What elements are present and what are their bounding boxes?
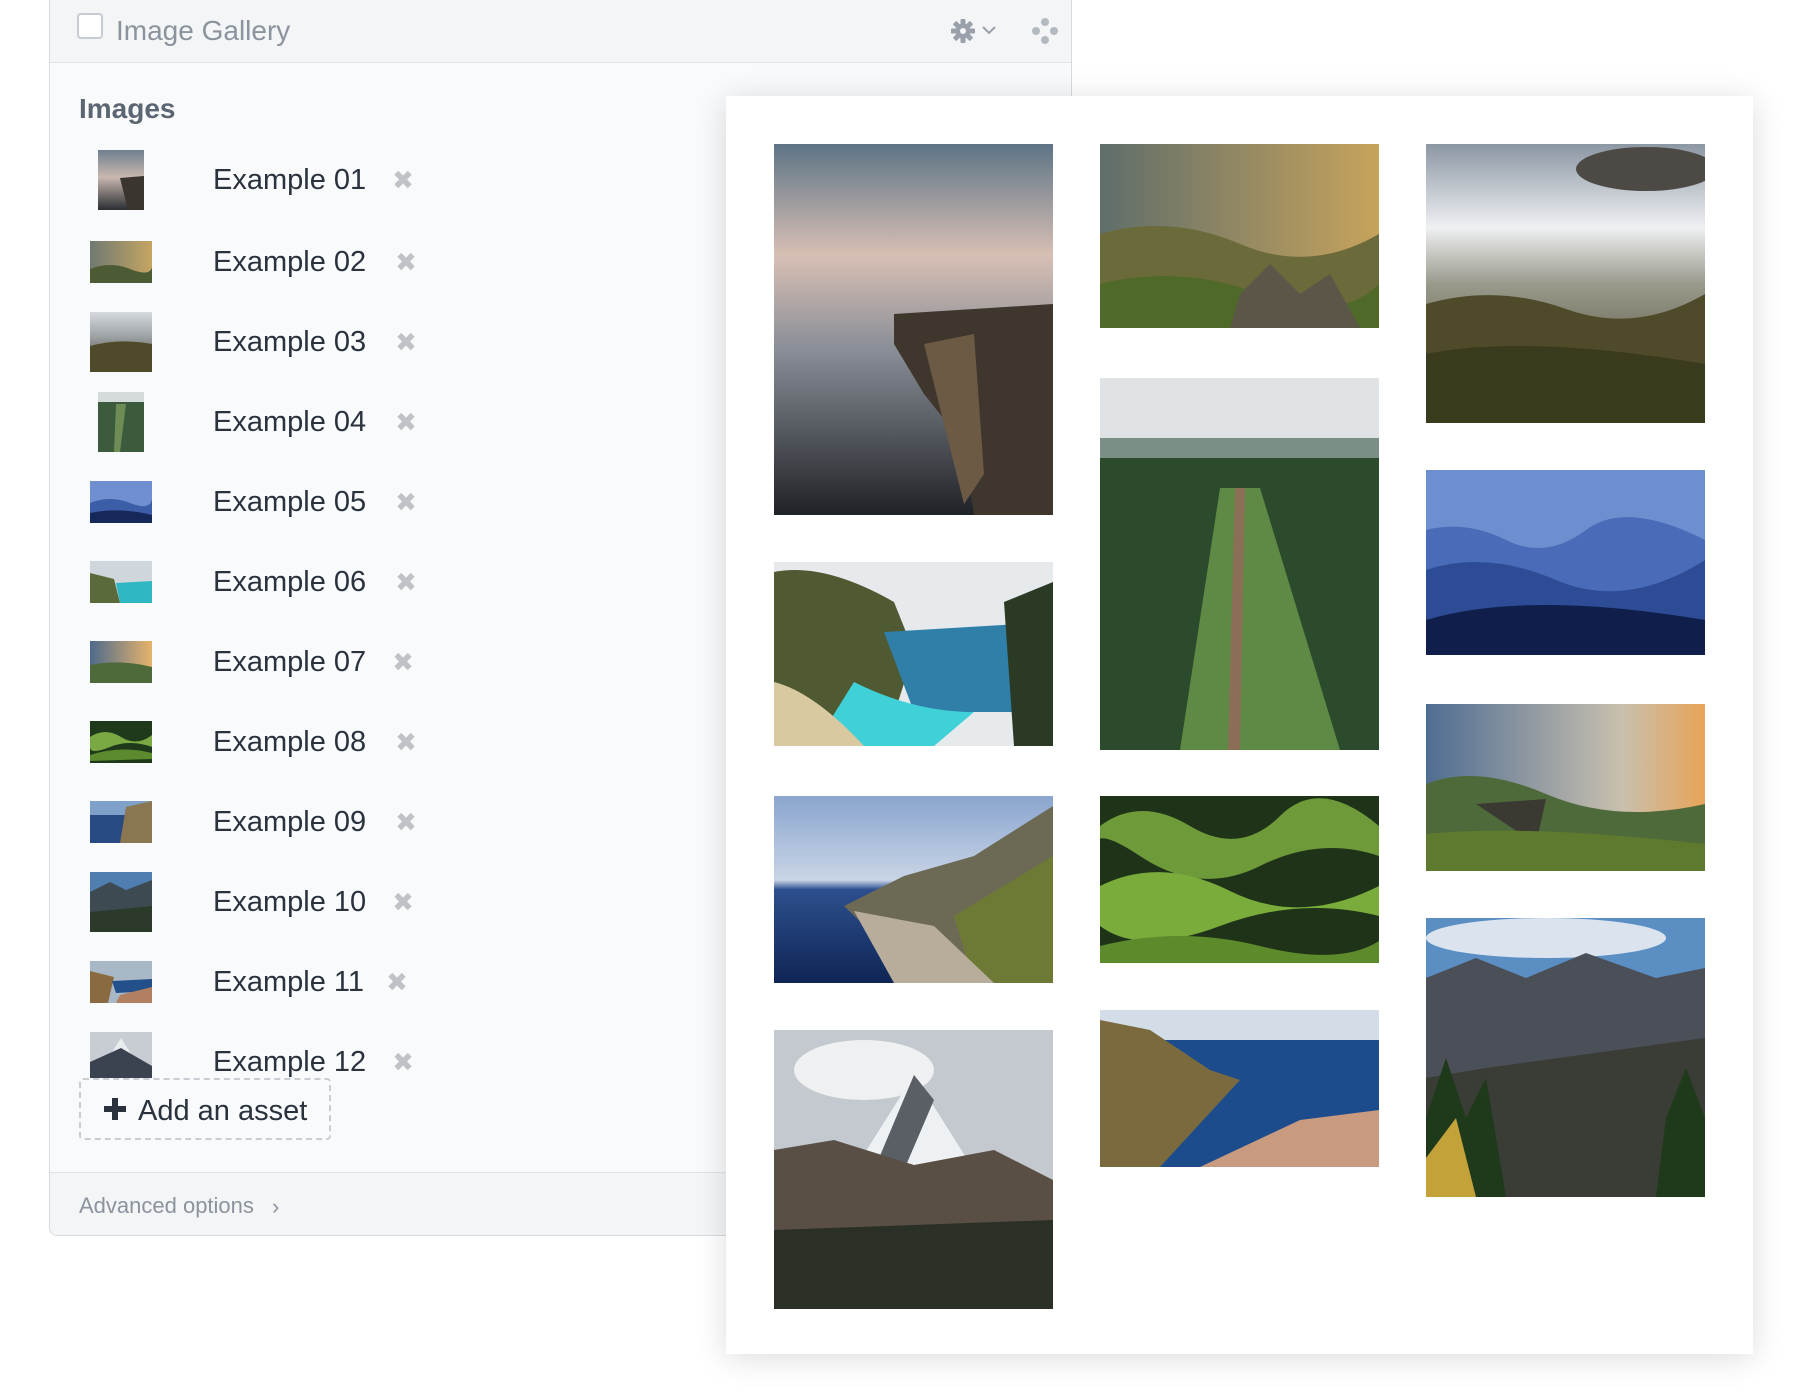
- asset-thumbnail: [90, 961, 152, 1003]
- asset-row[interactable]: Example 01 ✖: [90, 150, 420, 210]
- close-icon[interactable]: ✖: [392, 649, 414, 675]
- asset-thumbnail: [98, 150, 144, 210]
- block-header: Image Gallery: [50, 0, 1071, 63]
- asset-name: Example 01: [213, 164, 367, 196]
- asset-name: Example 02: [213, 246, 367, 278]
- images-section-label: Images: [79, 93, 176, 124]
- gallery-image[interactable]: [1100, 796, 1379, 963]
- asset-thumbnail: [90, 801, 152, 843]
- gallery-image[interactable]: [1426, 704, 1705, 871]
- add-asset-button[interactable]: Add an asset: [79, 1078, 331, 1140]
- settings-menu-button[interactable]: [950, 16, 1002, 46]
- asset-name: Example 06: [213, 566, 367, 598]
- asset-thumbnail: [90, 241, 152, 283]
- asset-name: Example 07: [213, 646, 367, 678]
- asset-thumbnail: [98, 392, 144, 452]
- asset-name: Example 09: [213, 806, 367, 838]
- asset-thumbnail: [90, 312, 152, 372]
- plus-icon: [104, 1098, 126, 1120]
- gallery-image[interactable]: [774, 562, 1053, 746]
- asset-thumbnail: [90, 721, 152, 763]
- block-title: Image Gallery: [116, 15, 291, 46]
- asset-row[interactable]: Example 08 ✖: [90, 712, 420, 772]
- asset-name: Example 12: [213, 1046, 367, 1078]
- close-icon[interactable]: ✖: [386, 969, 408, 995]
- asset-thumbnail: [90, 641, 152, 683]
- gallery-image[interactable]: [774, 796, 1053, 983]
- add-asset-label: Add an asset: [138, 1095, 308, 1127]
- asset-row[interactable]: Example 02 ✖: [90, 232, 420, 292]
- close-icon[interactable]: ✖: [395, 569, 417, 595]
- gear-icon: [951, 19, 996, 43]
- chevron-right-icon: ›: [272, 1194, 280, 1219]
- advanced-options-label: Advanced options: [79, 1193, 254, 1218]
- asset-row[interactable]: Example 10 ✖: [90, 872, 420, 932]
- asset-name: Example 11: [213, 966, 364, 998]
- gallery-image[interactable]: [774, 144, 1053, 515]
- asset-name: Example 08: [213, 726, 367, 758]
- asset-row[interactable]: Example 03 ✖: [90, 312, 420, 372]
- close-icon[interactable]: ✖: [395, 729, 417, 755]
- asset-row[interactable]: Example 07 ✖: [90, 632, 420, 692]
- asset-row[interactable]: Example 05 ✖: [90, 472, 420, 532]
- asset-thumbnail: [90, 481, 152, 523]
- asset-thumbnail: [90, 561, 152, 603]
- close-icon[interactable]: ✖: [395, 329, 417, 355]
- asset-row[interactable]: Example 04 ✖: [90, 392, 420, 452]
- asset-name: Example 03: [213, 326, 367, 358]
- asset-row[interactable]: Example 09 ✖: [90, 792, 420, 852]
- close-icon[interactable]: ✖: [392, 1049, 414, 1075]
- close-icon[interactable]: ✖: [395, 249, 417, 275]
- asset-name: Example 05: [213, 486, 367, 518]
- drag-handle-icon[interactable]: [1030, 16, 1060, 46]
- gallery-preview: [726, 96, 1753, 1354]
- asset-row[interactable]: Example 11 ✖: [90, 952, 420, 1012]
- close-icon[interactable]: ✖: [395, 409, 417, 435]
- gallery-image[interactable]: [1426, 470, 1705, 655]
- gallery-image[interactable]: [1100, 144, 1379, 328]
- asset-name: Example 10: [213, 886, 367, 918]
- asset-row[interactable]: Example 06 ✖: [90, 552, 420, 612]
- gallery-image[interactable]: [1100, 378, 1379, 750]
- asset-thumbnail: [90, 872, 152, 932]
- asset-name: Example 04: [213, 406, 367, 438]
- close-icon[interactable]: ✖: [392, 889, 414, 915]
- gallery-image[interactable]: [1426, 918, 1705, 1197]
- gallery-image[interactable]: [774, 1030, 1053, 1309]
- close-icon[interactable]: ✖: [395, 809, 417, 835]
- block-select-checkbox[interactable]: [77, 13, 103, 39]
- close-icon[interactable]: ✖: [392, 167, 414, 193]
- gallery-image[interactable]: [1426, 144, 1705, 423]
- gallery-image[interactable]: [1100, 1010, 1379, 1167]
- close-icon[interactable]: ✖: [395, 489, 417, 515]
